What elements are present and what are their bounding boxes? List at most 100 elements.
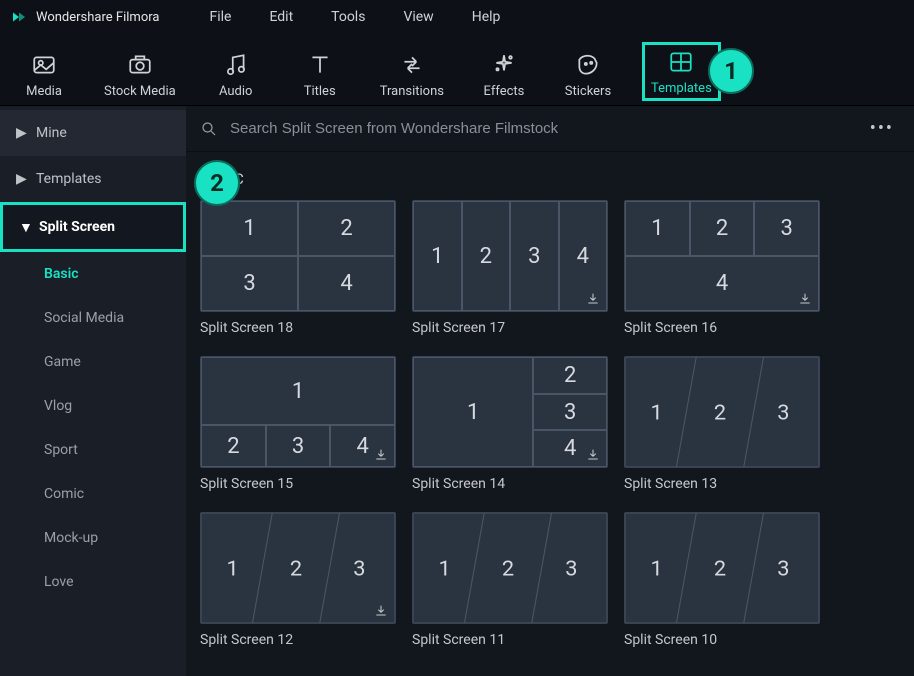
template-card-ss16[interactable]: 1234Split Screen 16 — [624, 200, 820, 336]
menu-file[interactable]: File — [209, 9, 231, 25]
stickers-icon — [575, 52, 601, 78]
toolbar-label: Transitions — [380, 84, 444, 99]
template-name: Split Screen 13 — [624, 476, 820, 492]
templates-icon — [668, 49, 694, 75]
svg-text:1: 1 — [439, 557, 451, 582]
sidebar-item-comic[interactable]: Comic — [0, 472, 186, 516]
menu-edit[interactable]: Edit — [269, 9, 293, 25]
caret-icon: ▶ — [16, 125, 26, 141]
template-name: Split Screen 14 — [412, 476, 608, 492]
toolbar-transitions[interactable]: Transitions — [374, 48, 450, 101]
svg-text:2: 2 — [714, 401, 726, 426]
sidebar-item-sport[interactable]: Sport — [0, 428, 186, 472]
searchbar: ••• — [186, 106, 914, 152]
templates-grid-area: C 1234Split Screen 181234Split Screen 17… — [186, 152, 914, 676]
stock-media-icon — [127, 52, 153, 78]
sidebar-item-mockup[interactable]: Mock-up — [0, 516, 186, 560]
toolbar-stickers[interactable]: Stickers — [558, 48, 618, 101]
svg-text:1: 1 — [651, 557, 663, 582]
caret-icon: ▶ — [16, 171, 26, 187]
svg-text:2: 2 — [714, 557, 726, 582]
download-icon[interactable] — [585, 291, 601, 307]
template-thumb: 1234 — [200, 200, 396, 312]
template-card-ss11[interactable]: 1 2 3 Split Screen 11 — [412, 512, 608, 648]
toolbar-label: Stickers — [565, 84, 611, 99]
template-card-ss10[interactable]: 1 2 3 Split Screen 10 — [624, 512, 820, 648]
toolbar-label: Effects — [484, 84, 525, 99]
download-icon[interactable] — [585, 447, 601, 463]
section-label: C — [234, 170, 900, 188]
sidebar-item-socialmedia[interactable]: Social Media — [0, 296, 186, 340]
annotation-badge-2: 2 — [194, 160, 240, 206]
template-card-ss17[interactable]: 1234Split Screen 17 — [412, 200, 608, 336]
svg-text:1: 1 — [651, 401, 663, 426]
svg-text:3: 3 — [565, 557, 577, 582]
search-input[interactable] — [230, 120, 852, 137]
template-name: Split Screen 10 — [624, 632, 820, 648]
template-card-ss18[interactable]: 1234 Split Screen 18 — [200, 200, 396, 336]
template-name: Split Screen 12 — [200, 632, 396, 648]
menu-tools[interactable]: Tools — [331, 9, 365, 25]
download-icon[interactable] — [373, 447, 389, 463]
main: ▶ Mine ▶ Templates ▼Split ScreenBasicSocial … — [0, 106, 914, 676]
svg-text:3: 3 — [353, 557, 365, 582]
svg-text:2: 2 — [290, 557, 302, 582]
template-thumb: 1 2 3 — [624, 512, 820, 624]
template-name: Split Screen 17 — [412, 320, 608, 336]
sidebar-group-label: Split Screen — [39, 219, 115, 235]
effects-icon — [491, 52, 517, 78]
app-logo-icon — [10, 8, 28, 26]
more-icon[interactable]: ••• — [864, 118, 900, 139]
toolbar-label: Titles — [304, 84, 336, 99]
menus: File Edit Tools View Help — [209, 9, 500, 25]
sidebar-group-label: Mine — [36, 125, 67, 141]
transitions-icon — [399, 52, 425, 78]
menu-help[interactable]: Help — [472, 9, 501, 25]
template-name: Split Screen 15 — [200, 476, 396, 492]
toolbar-media[interactable]: Media — [14, 48, 74, 101]
svg-text:1: 1 — [227, 557, 239, 582]
svg-text:3: 3 — [777, 557, 789, 582]
content: ••• C 1234Split Screen 181234Split Scree… — [186, 106, 914, 676]
menu-view[interactable]: View — [403, 9, 433, 25]
media-icon — [31, 52, 57, 78]
templates-grid: 1234Split Screen 181234Split Screen 1712… — [200, 200, 900, 648]
template-name: Split Screen 18 — [200, 320, 396, 336]
svg-text:2: 2 — [502, 557, 514, 582]
template-card-ss12[interactable]: 1 2 3 Split Screen 12 — [200, 512, 396, 648]
template-thumb: 1 2 3 — [624, 356, 820, 468]
download-icon[interactable] — [797, 291, 813, 307]
toolbar-label: Media — [26, 84, 62, 99]
download-icon[interactable] — [373, 603, 389, 619]
sidebar-item-vlog[interactable]: Vlog — [0, 384, 186, 428]
toolbar-effects[interactable]: Effects — [474, 48, 534, 101]
toolbar-titles[interactable]: Titles — [290, 48, 350, 101]
template-card-ss13[interactable]: 1 2 3 Split Screen 13 — [624, 356, 820, 492]
template-thumb: 1234 — [200, 356, 396, 468]
template-card-ss14[interactable]: 1234 Split Screen 14 — [412, 356, 608, 492]
menubar: Wondershare Filmora File Edit Tools View Hel… — [0, 0, 914, 34]
app-brand: Wondershare Filmora — [10, 8, 159, 26]
toolbar-audio[interactable]: Audio — [206, 48, 266, 101]
toolbar: Media Stock Media Audio Titles Transitions Ef… — [0, 34, 914, 106]
sidebar-item-love[interactable]: Love — [0, 560, 186, 604]
titles-icon — [307, 52, 333, 78]
audio-icon — [223, 52, 249, 78]
sidebar-group-mine[interactable]: ▶ Mine — [0, 110, 186, 156]
toolbar-stock-media[interactable]: Stock Media — [98, 48, 182, 101]
template-card-ss15[interactable]: 1234 Split Screen 15 — [200, 356, 396, 492]
template-thumb: 1234 — [412, 356, 608, 468]
sidebar-group-split[interactable]: ▼Split Screen — [0, 202, 186, 252]
annotation-badge-1: 1 — [708, 48, 754, 94]
toolbar-label: Templates — [651, 81, 712, 96]
template-name: Split Screen 16 — [624, 320, 820, 336]
template-thumb: 1 2 3 — [200, 512, 396, 624]
sidebar-group-templates[interactable]: ▶ Templates — [0, 156, 186, 202]
sidebar-item-game[interactable]: Game — [0, 340, 186, 384]
sidebar-group-label: Templates — [36, 171, 102, 187]
toolbar-label: Audio — [219, 84, 252, 99]
svg-text:3: 3 — [777, 401, 789, 426]
sidebar-item-basic[interactable]: Basic — [0, 252, 186, 296]
template-name: Split Screen 11 — [412, 632, 608, 648]
sidebar: ▶ Mine ▶ Templates ▼Split ScreenBasicSocial … — [0, 106, 186, 676]
